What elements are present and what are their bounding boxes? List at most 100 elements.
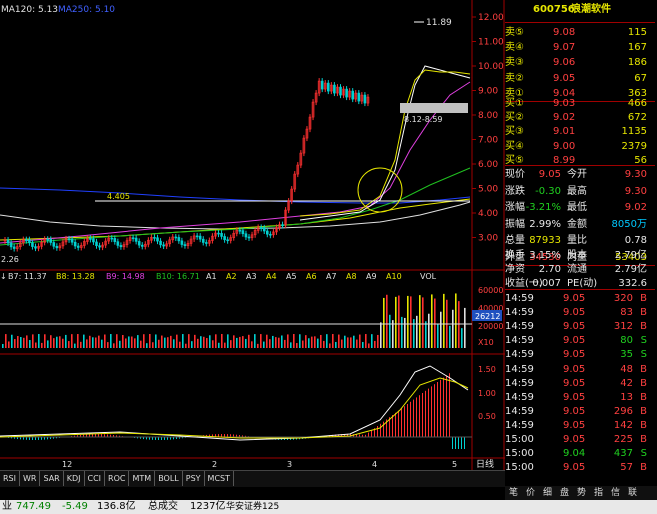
indicator-tab-sar[interactable]: SAR (40, 471, 64, 486)
indicator-tab-rsi[interactable]: RSI (0, 471, 20, 486)
highlight-circle (357, 167, 403, 213)
volume-bar (116, 334, 118, 348)
volume-bar (209, 335, 211, 348)
candle (76, 245, 80, 248)
macd-bar (401, 408, 402, 437)
volume-bar (68, 341, 70, 348)
macd-bar (461, 437, 462, 449)
kline-chart[interactable]: MA120: 5.13 MA250: 5.10 12.00 11.00 10.00 9… (0, 0, 505, 470)
stat-value: 9.30 (624, 169, 647, 180)
macd-bar (449, 373, 450, 437)
macd-bar (452, 437, 453, 449)
ask-volume: 186 (627, 57, 647, 69)
candle (223, 236, 226, 241)
stat-value: 9.30 (624, 185, 647, 197)
panel-tab[interactable]: 指 (590, 486, 607, 500)
macd-bar (368, 432, 369, 437)
candle (140, 244, 144, 247)
panel-tab[interactable]: 信 (607, 486, 624, 500)
ask-volume: 167 (627, 42, 647, 54)
vol-value: 26212 (475, 312, 500, 321)
volume-bar (203, 336, 205, 348)
candle (262, 227, 266, 232)
price-tick: 10.00 (478, 62, 504, 72)
volume-bar (398, 295, 400, 348)
volume-bar (71, 334, 73, 348)
panel-tab[interactable]: 细 (539, 486, 556, 500)
volume-bar (218, 342, 220, 348)
indicator-tab-cci[interactable]: CCI (85, 471, 106, 486)
volume-bar (437, 323, 439, 348)
a-legend-item: A1 (206, 272, 217, 281)
tick-row: 15:00 9.05 57 B (505, 460, 655, 476)
volume-bar (293, 334, 295, 348)
volume-bar (11, 334, 13, 348)
index-change: -5.49 (62, 501, 88, 512)
vol-tick-60000: 60000 (478, 286, 503, 295)
ask-label: 卖⑤ (505, 27, 524, 38)
candle (159, 240, 162, 246)
stat-label: 今开 (567, 169, 587, 180)
ma-line-white-long (0, 201, 471, 230)
volume-bar (341, 339, 343, 348)
indicator-tab-kdj[interactable]: KDJ (64, 471, 85, 486)
indicator-tab-wr[interactable]: WR (20, 471, 41, 486)
volume-bar (224, 342, 226, 348)
ask-price: 9.07 (553, 42, 576, 54)
candle (113, 238, 117, 242)
indicator-tab-mtm[interactable]: MTM (129, 471, 156, 486)
indicator-tab-roc[interactable]: ROC (105, 471, 130, 486)
macd-bar (464, 437, 465, 449)
volume-bar (176, 334, 178, 348)
volume-bar (179, 341, 181, 348)
panel-tab[interactable]: 势 (573, 486, 590, 500)
volume-bar (299, 334, 301, 348)
volume-bar (248, 334, 250, 348)
panel-tab[interactable]: 笔 (505, 486, 522, 500)
volume-bar (236, 337, 238, 348)
volume-bar (227, 334, 229, 348)
svg-text:12: 12 (62, 460, 72, 469)
stat-label: 金额 (567, 218, 587, 230)
ma250-label: MA250: 5.10 (58, 5, 115, 15)
volume-bar (269, 339, 271, 348)
volume-bar (383, 297, 385, 348)
volume-bar (266, 334, 268, 348)
total-value: 1237亿 (190, 501, 226, 512)
candle (177, 237, 181, 242)
ask-price: 9.08 (553, 27, 576, 38)
volume-bar (362, 341, 364, 348)
volume-bar (191, 341, 193, 348)
volume-bar (356, 339, 358, 348)
volume-bar (347, 337, 349, 348)
panel-tab[interactable]: 盘 (556, 486, 573, 500)
indicator-tab-psy[interactable]: PSY (183, 471, 205, 486)
indicator-tab-boll[interactable]: BOLL (155, 471, 183, 486)
volume-bar (65, 334, 67, 348)
tick-volume: 57 (620, 462, 633, 474)
candle (247, 236, 251, 239)
indicator-tab-mcst[interactable]: MCST (205, 471, 234, 486)
volume-bar (314, 336, 316, 348)
volume-bar (98, 335, 100, 348)
candle (162, 244, 165, 247)
price-tick: 4.00 (478, 209, 498, 219)
panel-tab[interactable]: 联 (624, 486, 641, 500)
macd-bar (425, 390, 426, 437)
volume-bar (188, 334, 190, 348)
price-band (400, 103, 468, 113)
ask-label: 卖④ (505, 42, 524, 54)
volume-bar (197, 338, 199, 348)
stat-value: 2.99% (529, 218, 561, 230)
svg-text:B8: 13.28: B8: 13.28 (56, 272, 95, 281)
volume-bar (413, 319, 415, 348)
level-label: 4.405 (107, 192, 130, 201)
panel-tab[interactable]: 价 (522, 486, 539, 500)
volume-bar (422, 297, 424, 348)
ask-label: 卖② (505, 72, 524, 84)
volume-bar (53, 338, 55, 348)
volume-bar (212, 340, 214, 348)
volume-bar (326, 334, 328, 348)
volume-bar (41, 342, 43, 348)
volume-bar (254, 334, 256, 348)
